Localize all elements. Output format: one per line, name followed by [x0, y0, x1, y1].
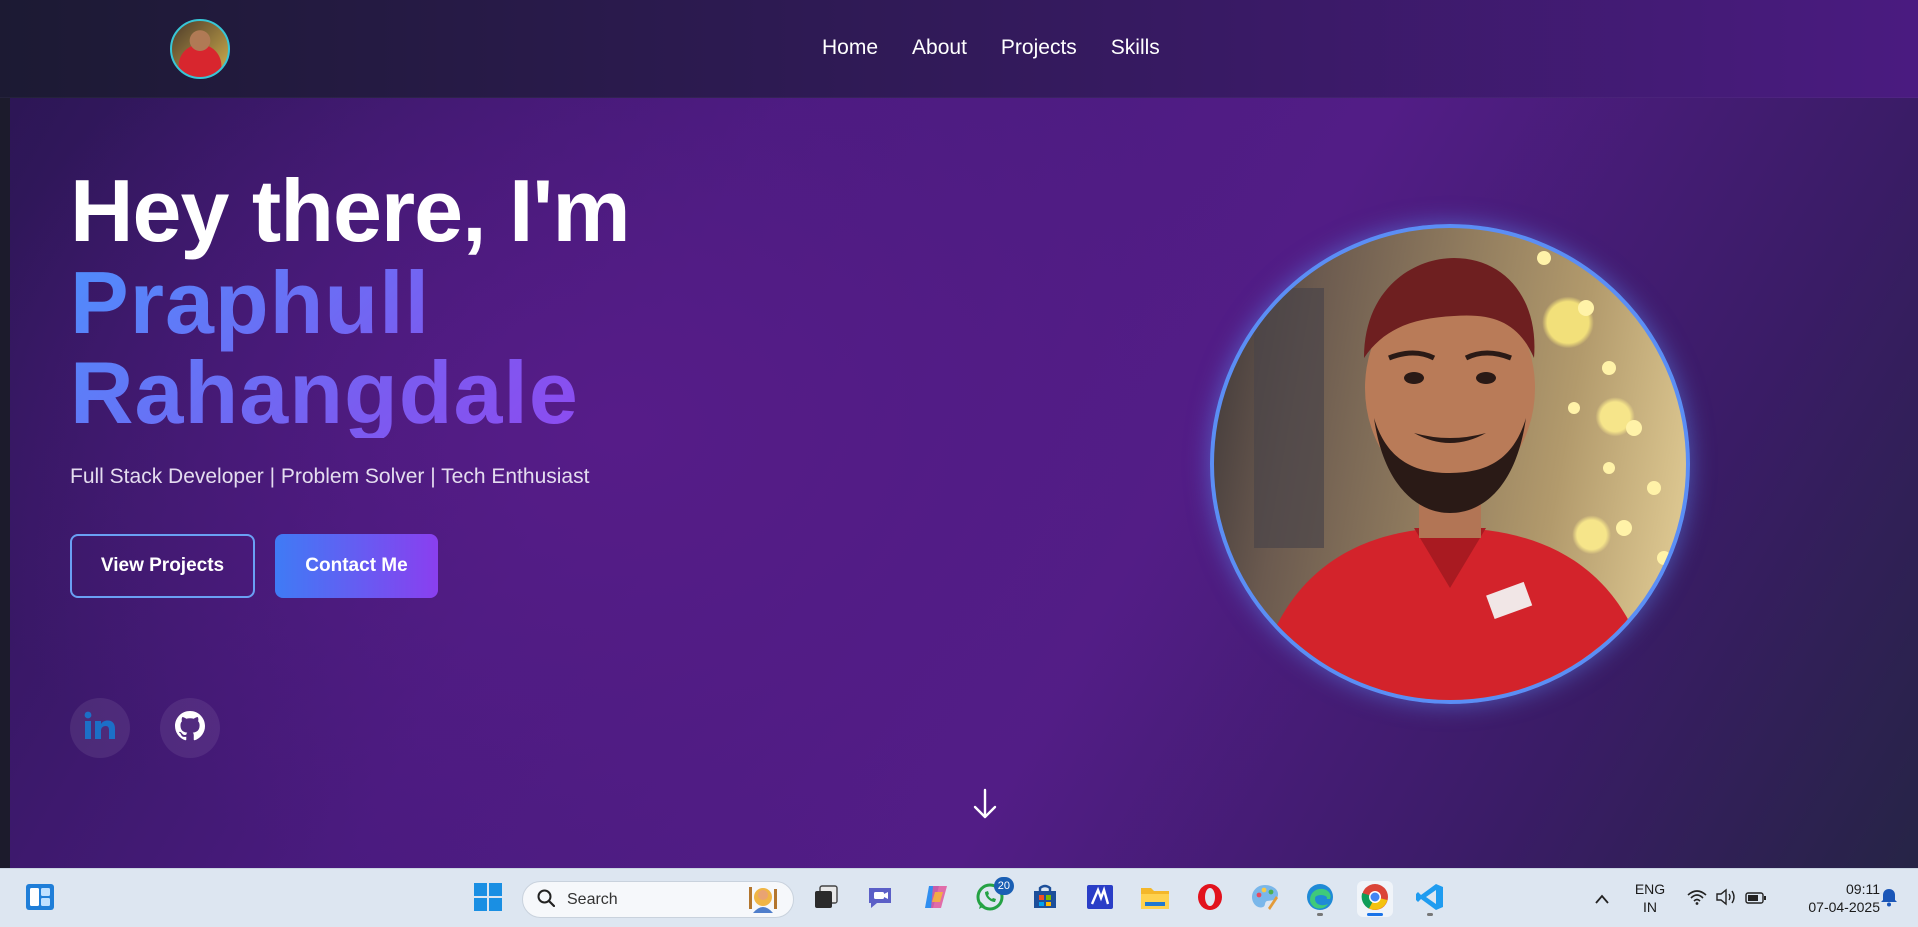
edge-running-indicator [1317, 913, 1323, 916]
github-icon [175, 711, 205, 745]
pen-app-button[interactable] [1082, 881, 1118, 917]
clock[interactable]: 09:11 07-04-2025 [1784, 880, 1880, 916]
search-placeholder: Search [567, 890, 618, 908]
opera-icon [1195, 882, 1225, 916]
store-button[interactable] [1027, 881, 1063, 917]
portrait-illustration [1254, 251, 1671, 700]
task-view-icon [812, 883, 840, 915]
windows-logo-icon [473, 882, 503, 916]
volume-icon [1715, 888, 1737, 910]
nav-link-projects[interactable]: Projects [1001, 36, 1077, 60]
nav-link-about[interactable]: About [912, 36, 967, 60]
widgets-icon [25, 882, 55, 916]
edge-button[interactable] [1302, 881, 1338, 917]
folder-icon [1139, 883, 1171, 915]
hero-name-first: Praphull [70, 253, 431, 352]
navbar: Home About Projects Skills [0, 0, 1918, 98]
chevron-up-icon [1594, 890, 1610, 909]
contact-me-button[interactable]: Contact Me [275, 534, 438, 598]
view-projects-button[interactable]: View Projects [70, 534, 255, 598]
hero-name: Praphull Rahangdale [70, 258, 770, 438]
quick-settings-button[interactable] [1682, 881, 1772, 917]
window-left-edge [0, 0, 10, 868]
teams-chat-button[interactable] [862, 881, 898, 917]
vscode-button[interactable] [1412, 881, 1448, 917]
clock-date: 07-04-2025 [1808, 899, 1880, 915]
whatsapp-button[interactable]: 20 [972, 877, 1014, 917]
hero-name-last: Rahangdale [70, 343, 579, 442]
linkedin-link[interactable] [70, 698, 130, 758]
wifi-icon [1687, 889, 1707, 909]
start-button[interactable] [470, 881, 506, 917]
arrow-down-icon [972, 788, 998, 824]
search-icon [537, 889, 556, 911]
hero-greeting: Hey there, I'm [70, 161, 631, 260]
profile-portrait [1210, 224, 1690, 704]
clock-time: 09:11 [1846, 881, 1880, 897]
language-indicator[interactable]: ENG IN [1628, 880, 1672, 916]
task-view-button[interactable] [808, 881, 844, 917]
vscode-icon [1415, 882, 1445, 916]
store-icon [1031, 883, 1059, 915]
nav-link-skills[interactable]: Skills [1111, 36, 1160, 60]
copilot-button[interactable] [918, 881, 954, 917]
language-code: ENG [1634, 881, 1666, 897]
teams-chat-icon [865, 882, 895, 916]
paint-palette-icon [1250, 882, 1280, 916]
linkedin-icon [83, 711, 117, 745]
edge-icon [1305, 882, 1335, 916]
scroll-down-button[interactable] [970, 788, 1000, 824]
file-explorer-button[interactable] [1137, 881, 1173, 917]
nav-links: Home About Projects Skills [822, 36, 1160, 60]
language-region: IN [1643, 899, 1657, 915]
nav-avatar[interactable] [170, 19, 230, 79]
github-link[interactable] [160, 698, 220, 758]
nav-link-home[interactable]: Home [822, 36, 878, 60]
opera-button[interactable] [1192, 881, 1228, 917]
widgets-button[interactable] [22, 881, 58, 917]
chrome-button[interactable] [1357, 881, 1393, 917]
show-hidden-icons-button[interactable] [1584, 881, 1620, 917]
copilot-icon [921, 882, 951, 916]
bell-icon [1880, 887, 1898, 911]
vscode-running-indicator [1427, 913, 1433, 916]
notifications-button[interactable] [1874, 881, 1904, 917]
whatsapp-badge: 20 [993, 877, 1014, 895]
web-page: Home About Projects Skills Hey there, I'… [0, 0, 1918, 868]
chrome-active-indicator [1367, 913, 1383, 916]
taskbar: Search 20 ENG IN 09:11 07-04-2025 [0, 868, 1918, 927]
hero-subtitle: Full Stack Developer | Problem Solver | … [70, 465, 590, 488]
pen-app-icon [1085, 882, 1115, 916]
paint-button[interactable] [1247, 881, 1283, 917]
chrome-icon [1360, 882, 1390, 916]
search-highlight-icon [743, 883, 783, 917]
taskbar-search[interactable]: Search [522, 881, 794, 918]
battery-icon [1745, 890, 1767, 909]
